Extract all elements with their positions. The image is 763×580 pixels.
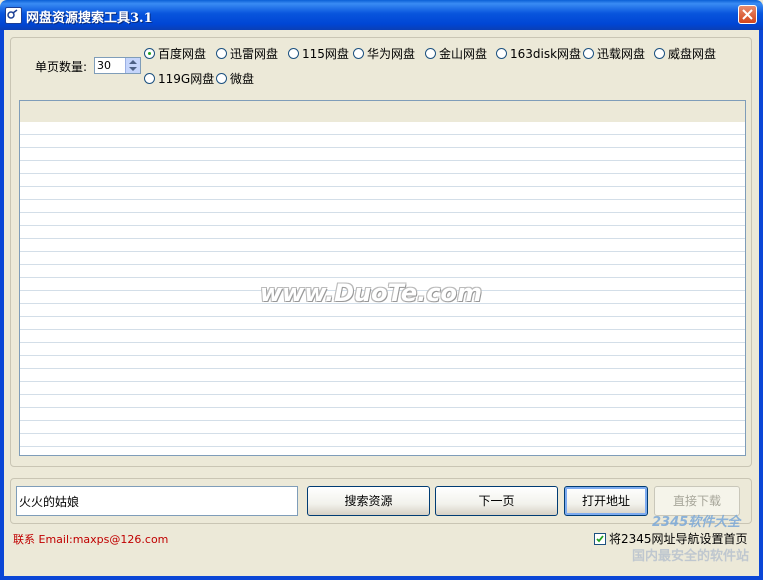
site-logo: 2345软件大全 xyxy=(652,515,741,530)
window-frame-right xyxy=(759,30,763,580)
radio-icon[interactable] xyxy=(425,48,436,59)
window-frame-bottom xyxy=(0,576,763,580)
window-frame-left xyxy=(0,30,4,580)
page-count-stepper[interactable]: 30 xyxy=(94,57,141,74)
radio-label: 威盘网盘 xyxy=(668,47,717,61)
radio-label: 163disk网盘 xyxy=(510,47,582,61)
radio-icon[interactable] xyxy=(144,73,155,84)
stepper-buttons[interactable] xyxy=(125,58,140,73)
radio-source-5[interactable]: 163disk网盘 xyxy=(496,45,581,62)
close-icon xyxy=(742,9,753,20)
radio-icon[interactable] xyxy=(654,48,665,59)
radio-icon[interactable] xyxy=(353,48,364,59)
contact-email: 联系 Email:maxps@126.com xyxy=(13,533,169,546)
stepper-down-icon[interactable] xyxy=(129,67,137,71)
search-input[interactable] xyxy=(16,486,298,516)
radio-label: 119G网盘 xyxy=(158,72,215,86)
radio-label: 迅载网盘 xyxy=(597,47,646,61)
radio-icon[interactable] xyxy=(216,73,227,84)
radio-source-1[interactable]: 迅雷网盘 xyxy=(216,45,278,62)
radio-source-2[interactable]: 115网盘 xyxy=(288,45,349,62)
checkbox-checked-icon[interactable] xyxy=(594,532,606,545)
results-list[interactable]: www.DuoTe.com xyxy=(19,100,746,456)
radio-source-8[interactable]: 119G网盘 xyxy=(144,70,214,87)
radio-source-0[interactable]: 百度网盘 xyxy=(144,45,206,62)
radio-source-4[interactable]: 金山网盘 xyxy=(425,45,487,62)
radio-label: 百度网盘 xyxy=(158,47,207,61)
radio-label: 115网盘 xyxy=(302,47,349,61)
close-button[interactable] xyxy=(738,5,757,24)
watermark-text: www.DuoTe.com xyxy=(260,279,482,307)
radio-label: 金山网盘 xyxy=(439,47,488,61)
radio-icon[interactable] xyxy=(496,48,507,59)
radio-icon[interactable] xyxy=(288,48,299,59)
radio-label: 微盘 xyxy=(230,72,255,86)
radio-label: 华为网盘 xyxy=(367,47,416,61)
list-header[interactable] xyxy=(20,101,745,122)
page-count-label: 单页数量: xyxy=(35,60,88,74)
title-bar[interactable]: 网盘资源搜索工具3.1 xyxy=(0,0,763,30)
radio-source-3[interactable]: 华为网盘 xyxy=(353,45,415,62)
radio-icon[interactable] xyxy=(216,48,227,59)
radio-source-6[interactable]: 迅载网盘 xyxy=(583,45,645,62)
app-icon xyxy=(5,7,22,24)
radio-selected-icon[interactable] xyxy=(144,48,155,59)
radio-source-7[interactable]: 威盘网盘 xyxy=(654,45,716,62)
radio-source-9[interactable]: 微盘 xyxy=(216,70,254,87)
radio-label: 迅雷网盘 xyxy=(230,47,279,61)
page-count-value[interactable]: 30 xyxy=(97,59,111,72)
window-title: 网盘资源搜索工具3.1 xyxy=(26,11,153,26)
site-logo-tagline: 国内最安全的软件站 xyxy=(632,549,750,564)
search-button[interactable]: 搜索资源 xyxy=(307,486,430,516)
open-address-button[interactable]: 打开地址 xyxy=(564,486,648,516)
stepper-up-icon[interactable] xyxy=(129,60,137,64)
next-page-button[interactable]: 下一页 xyxy=(435,486,558,516)
radio-icon[interactable] xyxy=(583,48,594,59)
